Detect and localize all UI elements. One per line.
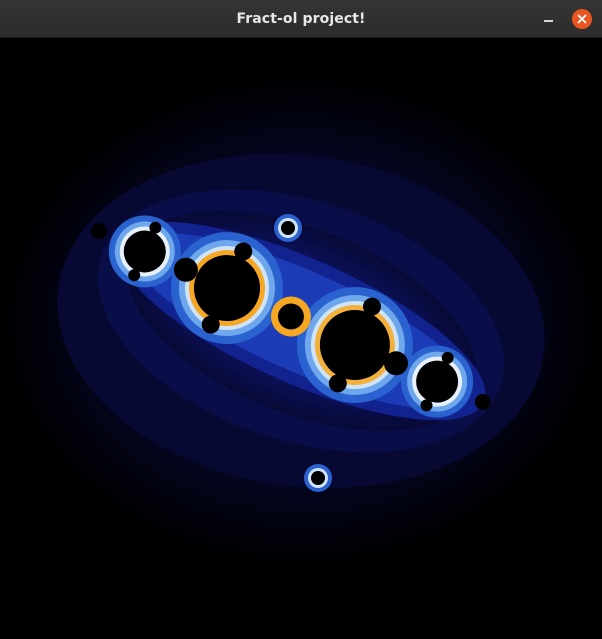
- close-icon: [577, 14, 587, 24]
- window-title: Fract-ol project!: [236, 11, 366, 27]
- minimize-button[interactable]: [538, 9, 560, 29]
- app-window: Fract-ol project!: [0, 0, 602, 639]
- minimize-icon: [544, 20, 553, 22]
- close-button[interactable]: [572, 9, 592, 29]
- fractal-canvas[interactable]: [0, 38, 602, 639]
- title-bar[interactable]: Fract-ol project!: [0, 0, 602, 38]
- julia-fractal-image: [0, 38, 602, 639]
